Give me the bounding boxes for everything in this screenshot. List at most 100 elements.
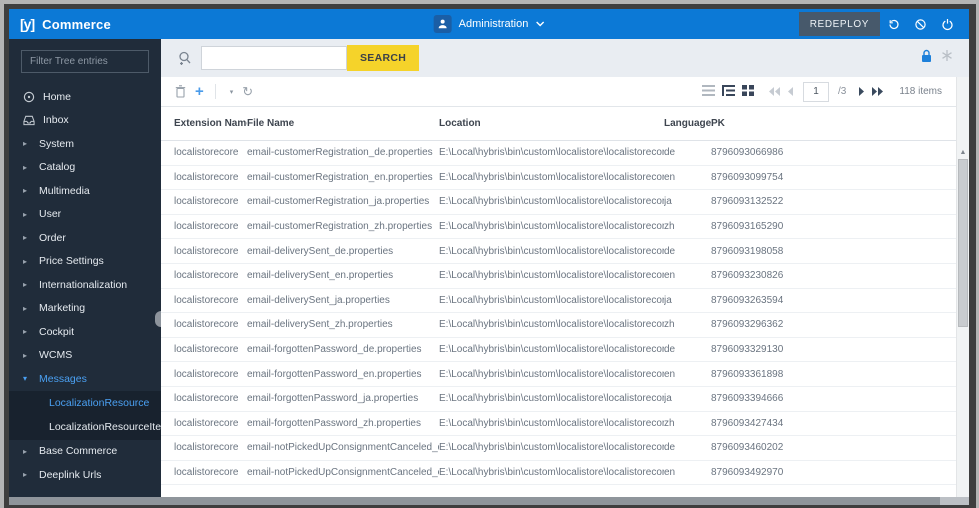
cell-location: E:\Local\hybris\bin\custom\localistore\l… [439, 368, 664, 380]
cell-extension: localistorecore [174, 417, 239, 429]
block-icon[interactable] [907, 12, 934, 36]
column-header-location[interactable]: Location [439, 118, 664, 129]
column-header-file[interactable]: File Name [247, 118, 439, 129]
scroll-up-arrow-icon[interactable]: ▲ [957, 149, 969, 156]
cell-pk: 8796093165290 [711, 221, 784, 233]
tree-sidebar: Home Inbox ▸ System ▸ Catalog ▸ Multimedia ▸ User… [9, 39, 161, 497]
sidebar-item-marketing[interactable]: ▸ Marketing [9, 297, 161, 321]
chevron-right-icon: ▸ [23, 470, 28, 480]
table-row[interactable]: localistorecore email-deliverySent_de.pro… [161, 239, 956, 264]
table-row[interactable]: localistorecore email-notPickedUpConsignm… [161, 461, 956, 486]
chevron-right-icon: ▸ [23, 303, 28, 313]
table-row[interactable]: localistorecore email-customerRegistratio… [161, 215, 956, 240]
perspective-selector[interactable]: Administration [433, 15, 545, 33]
sidebar-item-inbox[interactable]: Inbox [9, 109, 161, 133]
sidebar-item-cockpit[interactable]: ▸ Cockpit [9, 320, 161, 344]
search-button[interactable]: SEARCH [347, 45, 420, 71]
redeploy-button[interactable]: REDEPLOY [798, 12, 880, 36]
cell-file: email-forgottenPassword_ja.properties [247, 393, 419, 405]
cell-language: de [664, 344, 676, 356]
cell-pk: 8796093132522 [711, 196, 784, 208]
sidebar-item-base-commerce[interactable]: ▸ Base Commerce [9, 440, 161, 464]
table-row[interactable]: localistorecore email-deliverySent_zh.pro… [161, 313, 956, 338]
table-row[interactable]: localistorecore email-customerRegistratio… [161, 141, 956, 166]
column-header-language[interactable]: Language [664, 118, 711, 129]
history-icon[interactable] [880, 12, 907, 36]
table-row[interactable]: localistorecore email-deliverySent_en.pro… [161, 264, 956, 289]
sidebar-item-wcms[interactable]: ▸ WCMS [9, 344, 161, 368]
cell-pk: 8796093492970 [711, 467, 784, 479]
horizontal-scrollbar[interactable] [9, 497, 969, 505]
table-header: Extension Name File Name Location Langua… [161, 107, 956, 141]
table-row[interactable]: localistorecore email-forgottenPassword_d… [161, 338, 956, 363]
cell-file: email-forgottenPassword_en.properties [247, 368, 422, 380]
table-row[interactable]: localistorecore email-forgottenPassword_j… [161, 387, 956, 412]
sidebar-item-localizationresourceitem[interactable]: LocalizationResourceItem [9, 415, 161, 439]
chevron-right-icon: ▸ [23, 139, 28, 149]
sidebar-item-order[interactable]: ▸ Order [9, 226, 161, 250]
chevron-right-icon: ▸ [23, 233, 28, 243]
table-row[interactable]: localistorecore email-notPickedUpConsignm… [161, 436, 956, 461]
add-item-dropdown[interactable]: ▾ [227, 88, 234, 96]
last-page-button[interactable] [871, 87, 884, 96]
administration-perspective-icon [433, 15, 452, 33]
next-page-button[interactable] [858, 87, 865, 96]
cell-extension: localistorecore [174, 221, 239, 233]
sidebar-item-user[interactable]: ▸ User [9, 203, 161, 227]
sidebar-item-internationalization[interactable]: ▸ Internationalization [9, 273, 161, 297]
tree-filter-input[interactable] [21, 50, 149, 73]
cell-file: email-notPickedUpConsignmentCanceled_de.… [247, 442, 439, 454]
table-row[interactable]: localistorecore email-customerRegistratio… [161, 190, 956, 215]
vertical-scrollbar-thumb[interactable] [958, 159, 968, 327]
view-switcher [702, 83, 755, 101]
cell-pk: 8796093329130 [711, 344, 784, 356]
sidebar-item-label: Internationalization [39, 278, 128, 291]
chevron-right-icon: ▸ [23, 280, 28, 290]
cell-language: ja [664, 294, 672, 306]
power-logout-icon[interactable] [934, 12, 961, 36]
sidebar-item-deeplink-urls[interactable]: ▸ Deeplink Urls [9, 463, 161, 487]
table-row[interactable]: localistorecore email-forgottenPassword_z… [161, 412, 956, 437]
column-header-pk[interactable]: PK [711, 118, 956, 129]
toolbar-divider [214, 84, 216, 99]
cell-file: email-forgottenPassword_zh.properties [247, 417, 421, 429]
sidebar-item-label: Cockpit [39, 325, 75, 338]
grid-view-icon[interactable] [742, 83, 755, 101]
sidebar-item-system[interactable]: ▸ System [9, 132, 161, 156]
column-header-extension[interactable]: Extension Name [174, 118, 247, 129]
cell-language: de [664, 245, 676, 257]
top-bar: [y] Commerce Administration REDEPLOY [9, 9, 969, 39]
lock-icon[interactable] [921, 49, 932, 68]
sidebar-item-localizationresource[interactable]: LocalizationResource [9, 392, 161, 416]
refresh-icon[interactable]: ↻ [242, 85, 253, 98]
sidebar-item-price-settings[interactable]: ▸ Price Settings [9, 250, 161, 274]
first-page-button[interactable] [769, 87, 781, 96]
search-input[interactable] [201, 46, 347, 70]
table-row[interactable]: localistorecore email-customerRegistratio… [161, 166, 956, 191]
previous-page-button[interactable] [788, 87, 794, 96]
main-area: SEARCH + ▾ ↻ 1 /3 118 items Extension Na… [161, 39, 969, 497]
sidebar-subnav: LocalizationResource LocalizationResource… [9, 390, 161, 440]
advanced-search-icon[interactable] [178, 51, 192, 66]
horizontal-scrollbar-thumb[interactable] [9, 497, 941, 505]
cell-location: E:\Local\hybris\bin\custom\localistore\l… [439, 319, 664, 331]
sidebar-item-messages[interactable]: ▾ Messages [9, 367, 161, 391]
cell-pk: 8796093230826 [711, 270, 784, 282]
chevron-right-icon: ▸ [23, 186, 28, 196]
sidebar-item-catalog[interactable]: ▸ Catalog [9, 156, 161, 180]
tree-view-icon[interactable] [722, 83, 736, 101]
sidebar-item-multimedia[interactable]: ▸ Multimedia [9, 179, 161, 203]
add-item-button[interactable]: + [195, 84, 204, 99]
cell-extension: localistorecore [174, 147, 239, 159]
cell-language: de [664, 442, 676, 454]
pin-settings-icon[interactable] [941, 49, 953, 67]
list-view-icon[interactable] [702, 83, 716, 101]
table-row[interactable]: localistorecore email-forgottenPassword_e… [161, 362, 956, 387]
sidebar-item-home[interactable]: Home [9, 85, 161, 109]
delete-icon[interactable] [175, 85, 186, 98]
page-number-input[interactable]: 1 [803, 81, 830, 102]
vertical-scrollbar[interactable]: ▲ [956, 77, 969, 497]
table-row[interactable]: localistorecore email-deliverySent_ja.pro… [161, 289, 956, 314]
cell-language: en [664, 171, 676, 183]
cell-language: en [664, 467, 676, 479]
